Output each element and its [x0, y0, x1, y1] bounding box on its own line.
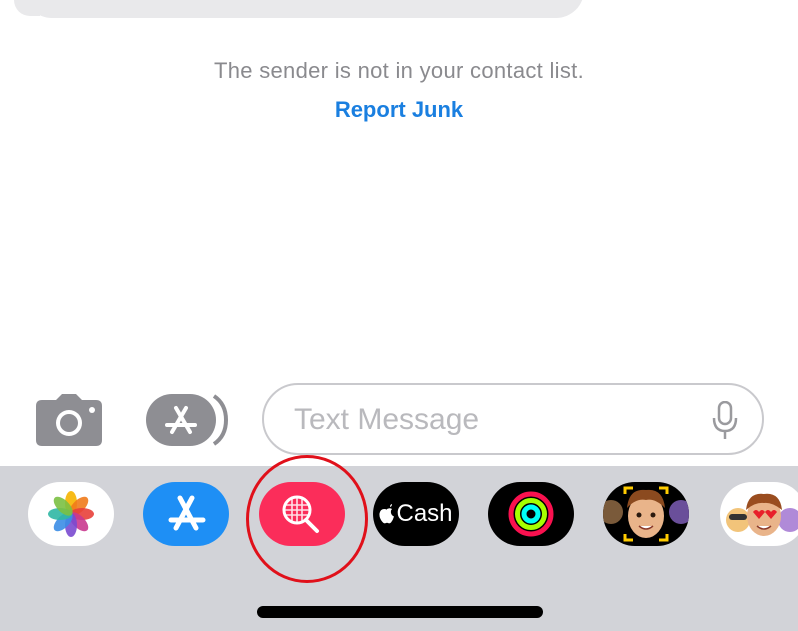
globe-search-icon	[282, 495, 319, 533]
apple-cash-app-button[interactable]: Cash	[373, 482, 459, 546]
apple-cash-label: Cash	[396, 500, 453, 527]
report-junk-link[interactable]: Report Junk	[0, 97, 798, 123]
message-bubble	[24, 0, 584, 18]
memoji-stickers-icon	[726, 493, 798, 536]
apps-button[interactable]	[146, 394, 229, 446]
app-store-icon	[146, 394, 229, 446]
app-store-app-button[interactable]	[143, 482, 229, 546]
message-input-container[interactable]	[262, 383, 764, 455]
microphone-icon[interactable]	[712, 401, 738, 441]
apple-logo-icon	[379, 504, 395, 524]
activity-rings-icon	[508, 491, 554, 537]
activity-app-button[interactable]	[488, 482, 574, 546]
message-input[interactable]	[292, 397, 696, 443]
app-store-icon	[168, 495, 206, 531]
memoji-icon	[603, 486, 689, 542]
photos-icon	[48, 491, 94, 537]
message-bubble-tail	[14, 0, 40, 16]
camera-icon	[36, 394, 102, 446]
unknown-sender-notice: The sender is not in your contact list.	[214, 58, 584, 83]
camera-button[interactable]	[36, 394, 102, 446]
memoji-stickers-app-button[interactable]	[720, 482, 798, 546]
home-indicator[interactable]	[257, 606, 543, 618]
photos-app-button[interactable]	[28, 482, 114, 546]
memoji-app-button[interactable]	[603, 482, 689, 546]
image-search-app-button[interactable]	[259, 482, 345, 546]
